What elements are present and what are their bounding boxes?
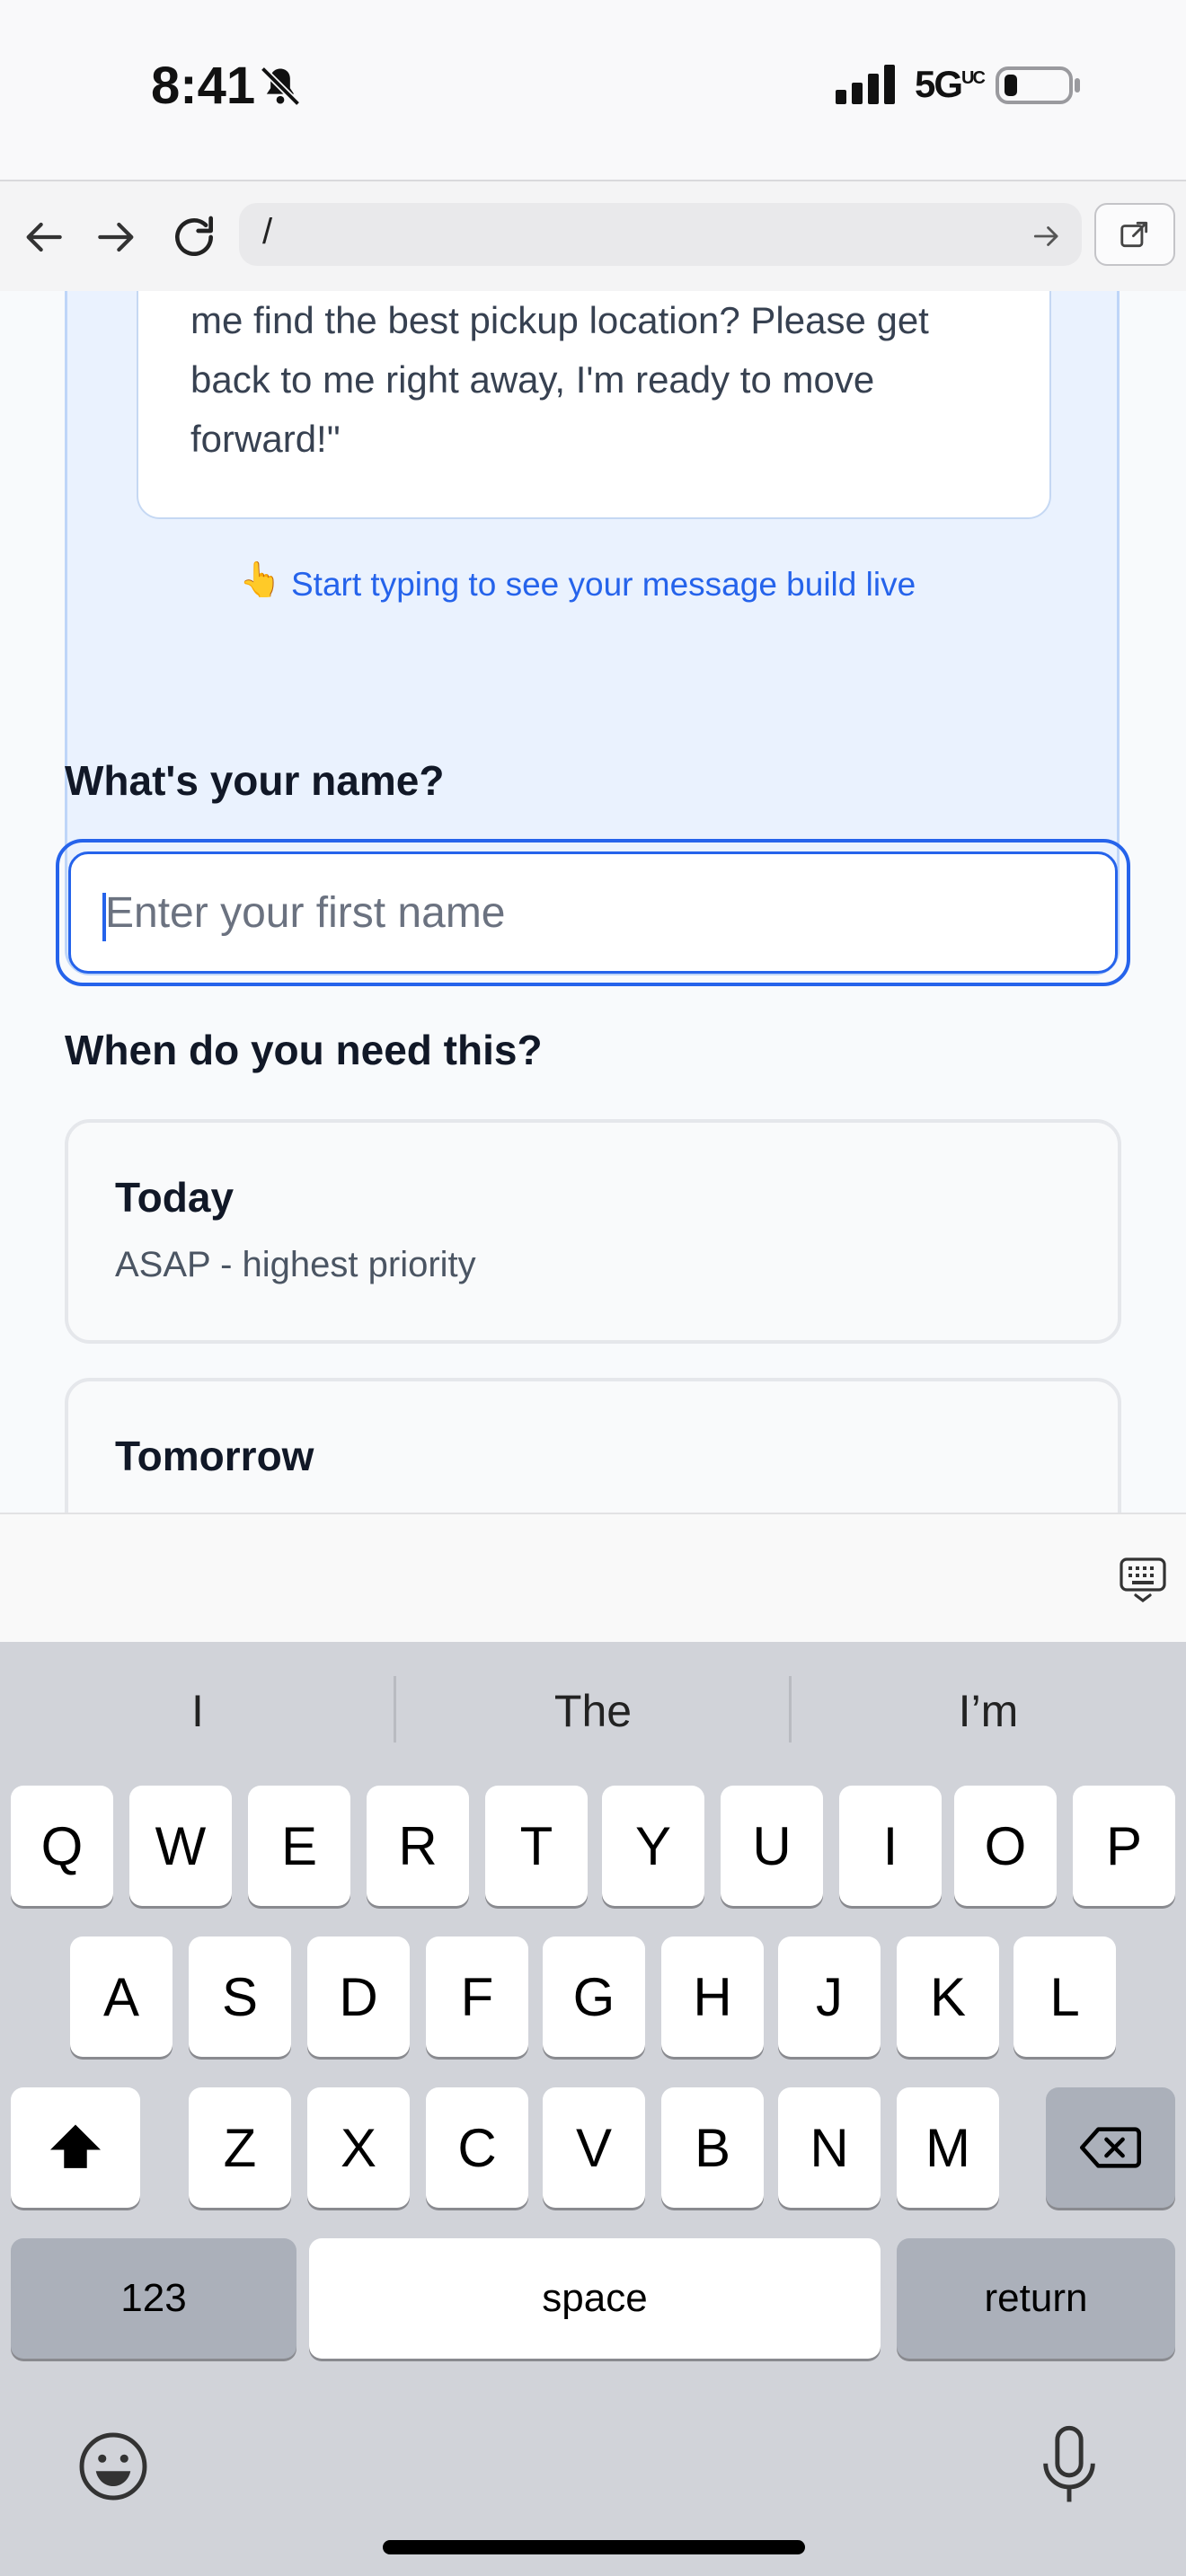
- battery-icon: [996, 66, 1080, 104]
- key-h[interactable]: H: [661, 1936, 764, 2057]
- key-k[interactable]: K: [897, 1936, 999, 2057]
- suggestion-2[interactable]: The: [395, 1685, 791, 1737]
- key-m[interactable]: M: [897, 2087, 999, 2208]
- key-r[interactable]: R: [367, 1786, 469, 1906]
- key-l[interactable]: L: [1013, 1936, 1116, 2057]
- keyboard-dismiss-icon[interactable]: [1118, 1554, 1168, 1604]
- address-text[interactable]: /: [262, 212, 272, 252]
- shift-arrow-icon: [50, 2124, 101, 2168]
- home-indicator[interactable]: [383, 2540, 805, 2554]
- key-c[interactable]: C: [426, 2087, 528, 2208]
- name-label: What's your name?: [65, 757, 445, 804]
- key-p[interactable]: P: [1073, 1786, 1175, 1906]
- option-tomorrow[interactable]: Tomorrow: [65, 1378, 1121, 1513]
- option-title: Tomorrow: [115, 1433, 314, 1479]
- back-arrow-icon[interactable]: [18, 212, 68, 262]
- suggestion-3[interactable]: I’m: [791, 1685, 1186, 1737]
- message-preview-text: me find the best pickup location? Please…: [190, 299, 929, 460]
- text-caret: [102, 893, 106, 941]
- cellular-signal-icon: [836, 65, 895, 104]
- bell-muted-icon: [260, 66, 301, 107]
- shift-key[interactable]: [11, 2087, 140, 2208]
- key-t[interactable]: T: [485, 1786, 588, 1906]
- external-link-icon: [1120, 221, 1148, 248]
- key-a[interactable]: A: [70, 1936, 173, 2057]
- space-key[interactable]: space: [309, 2238, 881, 2359]
- go-arrow-icon[interactable]: [1030, 219, 1064, 253]
- pointing-hand-icon: 👆: [239, 561, 282, 599]
- keyboard-accessory-bar: [0, 1513, 1186, 1644]
- option-title: Today: [115, 1174, 235, 1221]
- return-key[interactable]: return: [897, 2238, 1175, 2359]
- key-w[interactable]: W: [129, 1786, 232, 1906]
- backspace-icon: [1080, 2127, 1141, 2168]
- key-o[interactable]: O: [954, 1786, 1057, 1906]
- key-s[interactable]: S: [189, 1936, 291, 2057]
- numbers-key[interactable]: 123: [11, 2238, 296, 2359]
- key-q[interactable]: Q: [11, 1786, 113, 1906]
- key-v[interactable]: V: [543, 2087, 645, 2208]
- key-e[interactable]: E: [248, 1786, 350, 1906]
- key-g[interactable]: G: [543, 1936, 645, 2057]
- open-external-button[interactable]: [1094, 203, 1175, 266]
- key-y[interactable]: Y: [602, 1786, 704, 1906]
- network-type: 5GUC: [915, 63, 986, 105]
- address-bar[interactable]: [239, 203, 1082, 266]
- page-content: me find the best pickup location? Please…: [0, 291, 1186, 1513]
- when-label: When do you need this?: [65, 1027, 543, 1073]
- key-u[interactable]: U: [721, 1786, 823, 1906]
- reload-icon[interactable]: [169, 212, 219, 262]
- status-time: 8:41: [151, 57, 256, 115]
- option-subtitle: ASAP - highest priority: [115, 1245, 476, 1284]
- key-j[interactable]: J: [778, 1936, 881, 2057]
- forward-arrow-icon[interactable]: [92, 212, 142, 262]
- microphone-icon[interactable]: [1037, 2425, 1102, 2508]
- option-today[interactable]: Today ASAP - highest priority: [65, 1119, 1121, 1344]
- key-x[interactable]: X: [307, 2087, 410, 2208]
- key-i[interactable]: I: [839, 1786, 942, 1906]
- key-n[interactable]: N: [778, 2087, 881, 2208]
- key-f[interactable]: F: [426, 1936, 528, 2057]
- key-b[interactable]: B: [661, 2087, 764, 2208]
- first-name-input[interactable]: [68, 851, 1118, 974]
- key-z[interactable]: Z: [189, 2087, 291, 2208]
- preview-hint: Start typing to see your message build l…: [291, 566, 916, 603]
- backspace-key[interactable]: [1046, 2087, 1175, 2208]
- key-d[interactable]: D: [307, 1936, 410, 2057]
- suggestion-1[interactable]: I: [0, 1685, 395, 1737]
- emoji-icon[interactable]: [75, 2429, 151, 2504]
